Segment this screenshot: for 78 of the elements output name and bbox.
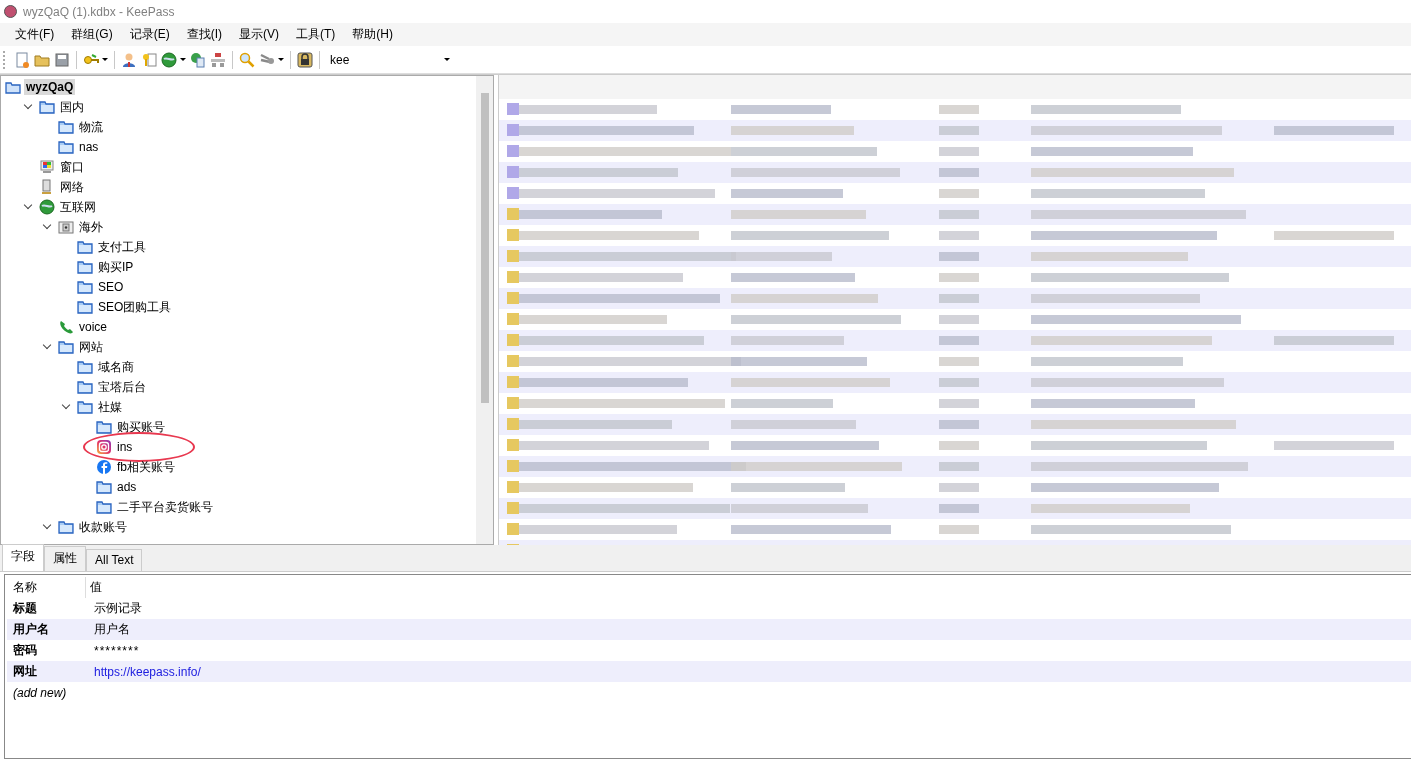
tree-item[interactable]: 窗口 <box>58 158 86 175</box>
tab[interactable]: 属性 <box>44 546 86 571</box>
menu-item[interactable]: 帮助(H) <box>345 26 403 43</box>
menu-item[interactable]: 工具(T) <box>289 26 346 43</box>
tree-item[interactable]: 购买IP <box>96 258 136 275</box>
tree-item[interactable]: 域名商 <box>96 358 136 375</box>
computer-icon <box>39 159 55 175</box>
folder-icon <box>96 499 112 515</box>
tree-item[interactable]: 物流 <box>77 118 105 135</box>
folder-icon <box>58 119 74 135</box>
window-title: wyzQaQ (1).kdbx - KeePass <box>23 4 175 19</box>
field-name: 密码 <box>12 642 38 659</box>
tree-item[interactable]: ins <box>115 439 135 455</box>
tree-item[interactable]: 海外 <box>77 218 105 235</box>
caret-icon[interactable] <box>444 58 450 61</box>
scrollbar[interactable] <box>476 76 493 544</box>
tree-item[interactable]: 宝塔后台 <box>96 378 148 395</box>
field-value: 用户名 <box>93 621 130 638</box>
tree-item[interactable]: wyzQaQ <box>24 79 76 95</box>
tree-item[interactable]: 购买账号 <box>115 418 167 435</box>
folder-icon <box>77 239 93 255</box>
folder-icon <box>96 479 112 495</box>
menu-item[interactable]: 查找(I) <box>179 26 232 43</box>
facebook-icon <box>96 459 112 475</box>
folder-icon <box>58 519 74 535</box>
folder-icon <box>77 399 93 415</box>
folder-icon <box>77 299 93 315</box>
caret-icon[interactable] <box>180 58 186 61</box>
tree-item[interactable]: ads <box>115 479 139 495</box>
folder-icon <box>5 79 21 95</box>
menu-item[interactable]: 显示(V) <box>232 26 289 43</box>
caret-icon[interactable] <box>102 58 108 61</box>
folder-icon <box>96 419 112 435</box>
field-name: 网址 <box>12 663 38 680</box>
phone-icon <box>58 319 74 335</box>
safe-icon <box>58 219 74 235</box>
url-link[interactable]: https://keepass.info/ <box>88 664 201 679</box>
tab[interactable]: 字段 <box>2 544 44 571</box>
menu-item[interactable]: 文件(F) <box>8 26 65 43</box>
user-icon[interactable] <box>121 51 137 68</box>
field-value: 示例记录 <box>93 600 142 617</box>
column-header[interactable]: 名称 <box>7 577 86 598</box>
globe-icon <box>39 199 55 215</box>
search-icon[interactable] <box>239 51 255 68</box>
tree-item[interactable]: SEO团购工具 <box>96 298 174 315</box>
folder-icon <box>77 359 93 375</box>
tree-item[interactable]: 收款账号 <box>77 518 129 535</box>
tree-item[interactable]: 网络 <box>58 178 86 195</box>
column-header[interactable]: 值 <box>86 579 102 596</box>
document-icon[interactable] <box>14 51 30 68</box>
instagram-icon <box>96 439 112 455</box>
tree-item[interactable]: 二手平台卖货账号 <box>115 498 215 515</box>
copy-icon[interactable] <box>190 51 206 68</box>
folder-icon <box>77 259 93 275</box>
folder-icon <box>58 339 74 355</box>
folder-icon <box>58 139 74 155</box>
network-icon[interactable] <box>210 51 226 68</box>
tree-item[interactable]: 国内 <box>58 98 86 115</box>
tree-item[interactable]: fb相关账号 <box>115 458 177 475</box>
tab[interactable]: All Text <box>86 549 143 571</box>
tree-item[interactable]: 支付工具 <box>96 238 148 255</box>
globe-icon[interactable] <box>161 51 177 68</box>
tree-item[interactable]: 互联网 <box>58 198 98 215</box>
caret-icon[interactable] <box>278 58 284 61</box>
add-new-row[interactable]: (add new) <box>7 685 67 700</box>
menu-item[interactable]: 群组(G) <box>64 26 123 43</box>
password-value: ******** <box>93 643 140 658</box>
folder-icon <box>77 379 93 395</box>
tree-item[interactable]: voice <box>77 319 109 335</box>
field-name: 标题 <box>12 600 38 617</box>
menu-item[interactable]: 记录(E) <box>122 26 180 43</box>
field-name: 用户名 <box>12 621 50 638</box>
folder-icon <box>39 99 55 115</box>
tree-item[interactable]: 网站 <box>77 338 105 355</box>
folder-icon <box>77 279 93 295</box>
tree-item[interactable]: SEO <box>96 279 126 295</box>
tree-item[interactable]: nas <box>77 139 101 155</box>
tree-item[interactable]: 社媒 <box>96 398 124 415</box>
